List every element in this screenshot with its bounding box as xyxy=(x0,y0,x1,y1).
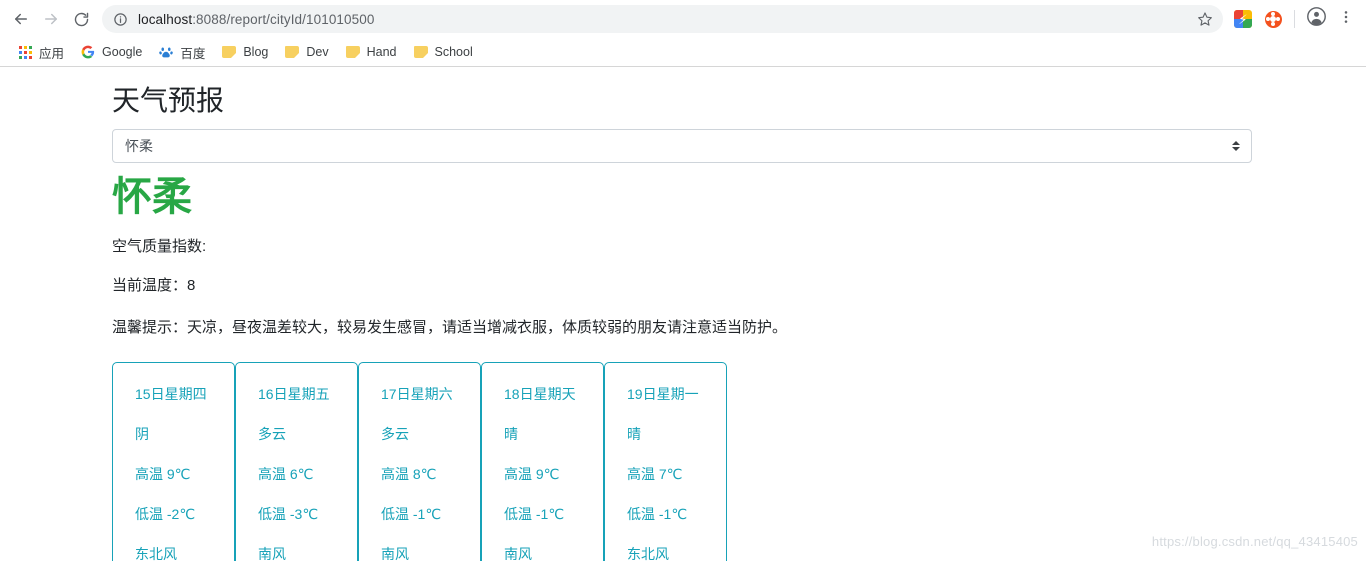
bookmark-item-apps[interactable]: 应用 xyxy=(10,41,71,63)
forecast-wind: 东北风 xyxy=(627,546,669,561)
forecast-low: 低温 -1℃ xyxy=(381,506,442,522)
three-dot-menu-icon xyxy=(1338,9,1354,30)
forecast-card: 16日星期五 多云 高温 6℃ 低温 -3℃ 南风 xyxy=(235,362,358,561)
forecast-condition: 多云 xyxy=(258,426,286,442)
bookmark-label: 百度 xyxy=(180,46,206,61)
bookmark-item-school[interactable]: School xyxy=(406,41,480,63)
chrome-menu-button[interactable] xyxy=(1332,5,1360,33)
back-button[interactable] xyxy=(6,4,36,34)
forecast-card: 17日星期六 多云 高温 8℃ 低温 -1℃ 南风 xyxy=(358,362,481,561)
folder-icon xyxy=(413,44,429,60)
bookmark-item-hand[interactable]: Hand xyxy=(338,41,404,63)
address-bar[interactable]: localhost:8088/report/cityId/101010500 xyxy=(102,5,1223,33)
forecast-high: 高温 6℃ xyxy=(258,466,314,482)
bookmark-item-dev[interactable]: Dev xyxy=(277,41,335,63)
lightning-extension-button[interactable]: ⚡ xyxy=(1229,5,1257,33)
orange-ball-extension-button[interactable] xyxy=(1259,5,1287,33)
forecast-high: 高温 9℃ xyxy=(135,466,191,482)
bookmark-item-baidu[interactable]: 百度 xyxy=(151,41,212,63)
bookmark-label: 应用 xyxy=(39,46,65,61)
toolbar-right-group: ⚡ xyxy=(1229,5,1360,33)
bookmark-star-icon[interactable] xyxy=(1195,9,1215,29)
apps-grid-icon xyxy=(17,44,33,60)
content-container: 天气预报 怀柔 怀柔 空气质量指数: 当前温度：8 温馨提示：天凉，昼夜温差较大… xyxy=(0,67,1366,561)
bookmarks-bar: 应用 Google 百度 Blog Dev Hand School xyxy=(0,38,1366,66)
reload-icon xyxy=(73,11,90,28)
forecast-low: 低温 -2℃ xyxy=(135,506,196,522)
forecast-condition: 晴 xyxy=(504,426,518,442)
forecast-wind: 南风 xyxy=(504,546,532,561)
city-name-heading: 怀柔 xyxy=(112,175,192,219)
forecast-low: 低温 -1℃ xyxy=(504,506,565,522)
forecast-condition: 晴 xyxy=(627,426,641,442)
forecast-card: 18日星期天 晴 高温 9℃ 低温 -1℃ 南风 xyxy=(481,362,604,561)
bookmark-item-blog[interactable]: Blog xyxy=(214,41,275,63)
info-circle-icon[interactable] xyxy=(112,11,128,27)
forecast-date: 18日星期天 xyxy=(504,386,576,402)
forecast-wind: 南风 xyxy=(258,546,286,561)
profile-avatar-icon xyxy=(1306,7,1326,31)
forecast-card: 15日星期四 阴 高温 9℃ 低温 -2℃ 东北风 xyxy=(112,362,235,561)
bookmark-label: Dev xyxy=(306,45,329,59)
folder-icon xyxy=(284,44,300,60)
city-select[interactable]: 怀柔 xyxy=(112,129,1252,163)
lightning-extension-icon: ⚡ xyxy=(1234,10,1252,28)
forecast-date: 19日星期一 xyxy=(627,386,699,402)
forward-arrow-icon xyxy=(42,10,60,28)
watermark-text: https://blog.csdn.net/qq_43415405 xyxy=(1151,534,1358,549)
baidu-paw-icon xyxy=(158,44,174,60)
forecast-low: 低温 -1℃ xyxy=(627,506,688,522)
back-arrow-icon xyxy=(12,10,30,28)
bookmark-label: Hand xyxy=(366,45,397,59)
address-bar-host: localhost xyxy=(138,11,193,27)
forecast-card-list: 15日星期四 阴 高温 9℃ 低温 -2℃ 东北风 16日星期五 多云 高温 6… xyxy=(112,337,1252,561)
address-bar-url: localhost:8088/report/cityId/101010500 xyxy=(138,12,374,27)
city-select-wrapper: 怀柔 xyxy=(112,129,1252,163)
forecast-date: 16日星期五 xyxy=(258,386,330,402)
browser-chrome: localhost:8088/report/cityId/101010500 ⚡ xyxy=(0,0,1366,67)
address-bar-path: :8088/report/cityId/101010500 xyxy=(192,11,375,27)
forward-button[interactable] xyxy=(36,4,66,34)
browser-toolbar: localhost:8088/report/cityId/101010500 ⚡ xyxy=(0,0,1366,38)
google-g-icon xyxy=(80,44,96,60)
forecast-high: 高温 7℃ xyxy=(627,466,683,482)
forecast-date: 15日星期四 xyxy=(135,386,207,402)
forecast-low: 低温 -3℃ xyxy=(258,506,319,522)
profile-button[interactable] xyxy=(1302,5,1330,33)
forecast-card: 19日星期一 晴 高温 7℃ 低温 -1℃ 东北风 xyxy=(604,362,727,561)
forecast-wind: 南风 xyxy=(381,546,409,561)
forecast-condition: 阴 xyxy=(135,426,149,442)
bookmark-label: Google xyxy=(102,45,143,59)
bookmark-label: Blog xyxy=(243,45,269,59)
bookmark-label: School xyxy=(434,45,473,59)
orange-ball-extension-icon xyxy=(1264,10,1282,28)
current-temperature-line: 当前温度：8 xyxy=(112,277,196,294)
page-content: 天气预报 怀柔 怀柔 空气质量指数: 当前温度：8 温馨提示：天凉，昼夜温差较大… xyxy=(0,67,1366,561)
forecast-high: 高温 8℃ xyxy=(381,466,437,482)
forecast-condition: 多云 xyxy=(381,426,409,442)
folder-icon xyxy=(221,44,237,60)
weather-tips-line: 温馨提示：天凉，昼夜温差较大，较易发生感冒，请适当增减衣服，体质较弱的朋友请注意… xyxy=(112,319,788,336)
air-quality-index-line: 空气质量指数: xyxy=(112,238,207,255)
toolbar-divider xyxy=(1294,10,1295,28)
page-title: 天气预报 xyxy=(112,85,225,116)
folder-icon xyxy=(345,44,361,60)
forecast-high: 高温 9℃ xyxy=(504,466,560,482)
forecast-date: 17日星期六 xyxy=(381,386,453,402)
bookmark-item-google[interactable]: Google xyxy=(73,41,149,63)
reload-button[interactable] xyxy=(66,4,96,34)
lightning-glyph: ⚡ xyxy=(1238,11,1248,27)
forecast-wind: 东北风 xyxy=(135,546,177,561)
